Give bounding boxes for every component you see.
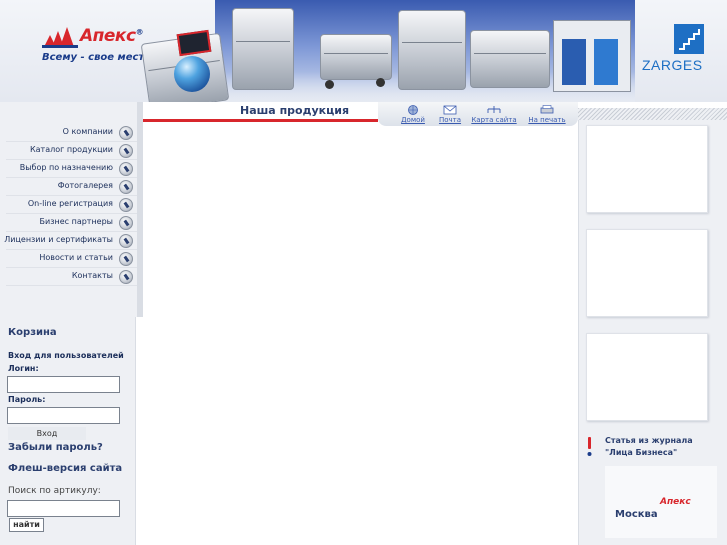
brand-tagline: Всему - свое место! xyxy=(42,52,156,63)
tool-print[interactable]: На печать xyxy=(522,102,572,126)
search-icon xyxy=(119,144,133,158)
search-icon xyxy=(119,234,133,248)
forgot-password-link[interactable]: Забыли пароль? xyxy=(8,442,103,453)
apex-logo-icon[interactable] xyxy=(42,25,78,49)
article-line-2: "Лица Бизнеса" xyxy=(605,448,678,457)
nav-item-label: О компании xyxy=(62,127,113,136)
tool-sitemap[interactable]: Карта сайта xyxy=(468,102,520,126)
nav-item-catalog[interactable]: Каталог продукции xyxy=(6,142,137,160)
search-icon xyxy=(119,180,133,194)
tool-mail[interactable]: Почта xyxy=(432,102,468,126)
nav-item-label: Новости и статьи xyxy=(39,253,113,262)
header-banner: Апекс® Всему - свое место! ZARGES xyxy=(0,0,727,102)
password-label: Пароль: xyxy=(8,395,46,404)
globe-image xyxy=(174,56,210,92)
nav-item-label: Бизнес партнеры xyxy=(39,217,113,226)
login-input[interactable] xyxy=(7,376,120,393)
search-icon xyxy=(119,198,133,212)
tool-sitemap-label: Карта сайта xyxy=(471,116,517,124)
sitemap-icon xyxy=(487,106,501,113)
nav-item-news[interactable]: Новости и статьи xyxy=(6,250,137,268)
envelope-icon xyxy=(443,105,457,115)
nav-item-label: Каталог продукции xyxy=(29,145,113,154)
brand-name-text: Апекс xyxy=(80,26,136,46)
toolbar: Домой Почта Карта сайта На печать xyxy=(378,102,578,126)
search-icon xyxy=(119,216,133,230)
tool-home[interactable]: Домой xyxy=(396,102,430,126)
section-title: Наша продукция xyxy=(240,104,350,117)
trolley-wheel-icon xyxy=(376,78,385,87)
article-line-1: Статья из журнала xyxy=(605,436,693,445)
cabinet-blue-drawer xyxy=(562,39,586,85)
search-icon xyxy=(119,162,133,176)
search-icon xyxy=(119,270,133,284)
flat-box-image xyxy=(470,30,550,88)
storage-cabinet-image xyxy=(553,20,631,92)
magazine-article-link[interactable]: Статья из журнала "Лица Бизнеса" xyxy=(605,435,693,459)
stacked-box-image xyxy=(398,10,466,90)
trolley-wheel-icon xyxy=(325,80,334,89)
banner-slot-2[interactable] xyxy=(586,229,708,317)
find-button[interactable]: найти xyxy=(9,518,44,532)
cabinet-blue-drawer xyxy=(594,39,618,85)
nav-item-partners[interactable]: Бизнес партнеры xyxy=(6,214,137,232)
tool-print-label: На печать xyxy=(528,116,566,124)
banner-slot-1[interactable] xyxy=(586,125,708,213)
login-label: Логин: xyxy=(8,364,39,373)
flash-version-link[interactable]: Флеш-версия сайта xyxy=(8,463,122,474)
tool-home-label: Домой xyxy=(401,116,425,124)
tool-mail-label: Почта xyxy=(438,116,462,124)
zarges-logo-icon[interactable] xyxy=(674,24,704,54)
exclamation-icon xyxy=(587,437,592,456)
left-navigation: О компании Каталог продукции Выбор по на… xyxy=(0,102,143,317)
brand-name[interactable]: Апекс® xyxy=(80,26,144,46)
nav-item-by-purpose[interactable]: Выбор по назначению xyxy=(6,160,137,178)
article-search-input[interactable] xyxy=(7,500,120,517)
article-search-label: Поиск по артикулу: xyxy=(8,486,101,496)
partner-name[interactable]: ZARGES xyxy=(642,57,703,73)
main-content xyxy=(143,126,578,545)
right-column-pattern xyxy=(578,108,727,120)
nav-list: О компании Каталог продукции Выбор по на… xyxy=(4,124,137,286)
search-icon xyxy=(119,126,133,140)
search-icon xyxy=(119,252,133,266)
nav-item-label: Выбор по назначению xyxy=(19,163,113,172)
nav-item-gallery[interactable]: Фотогалерея xyxy=(6,178,137,196)
city-box-logo: Апекс xyxy=(660,497,691,507)
password-input[interactable] xyxy=(7,407,120,424)
city-name[interactable]: Москва xyxy=(615,509,658,520)
banner-slot-3[interactable] xyxy=(586,333,708,421)
printer-icon xyxy=(540,105,554,114)
page-root: Апекс® Всему - свое место! ZARGES Наша п… xyxy=(0,0,727,545)
globe-icon xyxy=(408,105,418,115)
cart-link[interactable]: Корзина xyxy=(8,327,57,338)
nav-item-label: Фотогалерея xyxy=(57,181,113,190)
nav-item-about[interactable]: О компании xyxy=(6,124,137,142)
login-heading: Вход для пользователей xyxy=(8,351,124,360)
red-folder-image xyxy=(176,29,212,57)
aluminium-box-image xyxy=(232,8,294,90)
zarges-stairs-icon xyxy=(679,29,700,50)
nav-item-label: Лицензии и сертификаты xyxy=(4,235,113,244)
nav-item-licenses[interactable]: Лицензии и сертификаты xyxy=(4,232,137,250)
login-button[interactable]: Вход xyxy=(8,427,86,440)
trademark-sign: ® xyxy=(135,27,144,37)
nav-item-contacts[interactable]: Контакты xyxy=(6,268,137,286)
nav-item-registration[interactable]: On-line регистрация xyxy=(6,196,137,214)
trolley-case-image xyxy=(320,34,392,80)
nav-item-label: Контакты xyxy=(71,271,113,280)
nav-item-label: On-line регистрация xyxy=(27,199,113,208)
